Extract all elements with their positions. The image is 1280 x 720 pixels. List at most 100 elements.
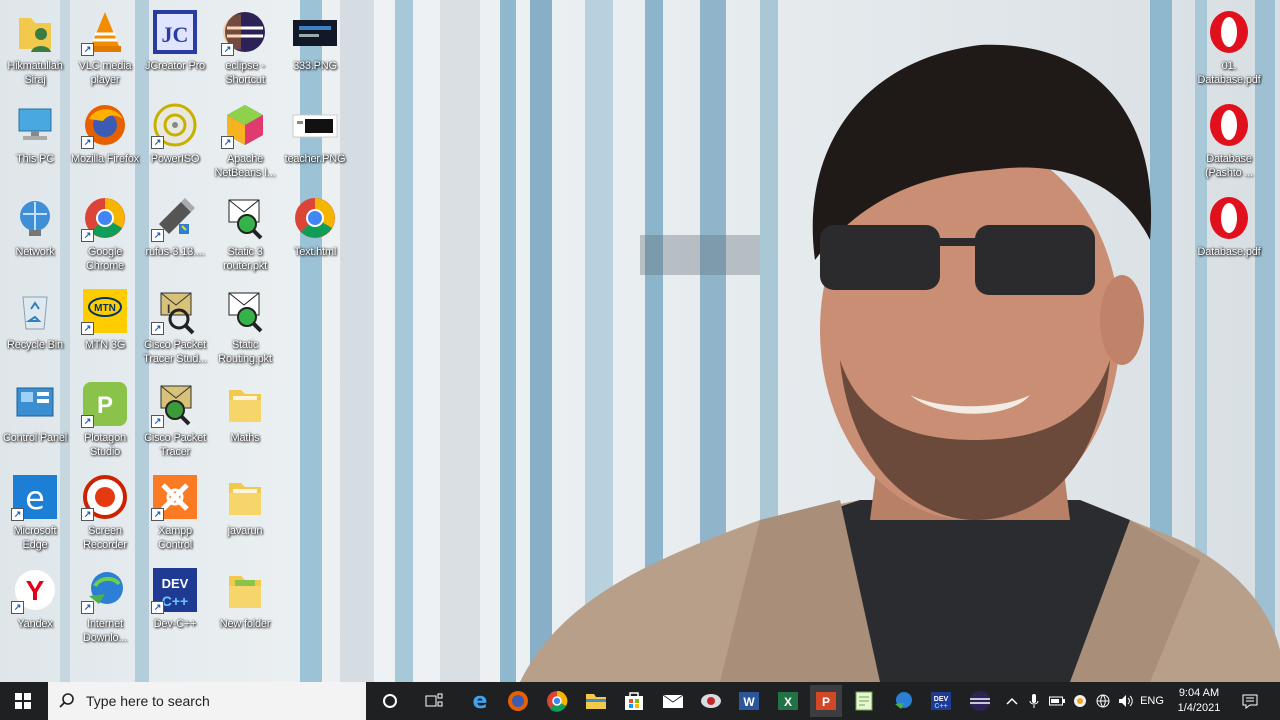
microphone-tray[interactable]	[1025, 682, 1043, 720]
desktop-icon-apache-netbeans[interactable]: ↗ Apache NetBeans I...	[210, 97, 280, 185]
taskbar-internet-download-manager[interactable]	[887, 685, 919, 717]
desktop-icon-microsoft-edge[interactable]: e ↗ Microsoft Edge	[0, 469, 70, 557]
dev-cpp-icon: DEVC++	[931, 692, 951, 710]
search-input[interactable]: Type here to search	[48, 682, 366, 720]
shortcut-arrow-icon: ↗	[81, 601, 94, 614]
network-icon	[11, 194, 59, 242]
desktop-icon-internet-download-manager[interactable]: ↗ Internet Downlo...	[70, 562, 140, 650]
svg-text:e: e	[473, 690, 488, 712]
taskbar-edge[interactable]: e	[464, 685, 496, 717]
search-icon	[59, 693, 74, 708]
svg-text:C++: C++	[934, 703, 947, 710]
taskbar-excel[interactable]: X	[772, 685, 804, 717]
shortcut-arrow-icon: ↗	[81, 415, 94, 428]
desktop-icon-cisco-packet-tracer-student[interactable]: I ↗ Cisco Packet Tracer Stud...	[140, 283, 210, 371]
desktop-icon-label: Apache NetBeans I...	[214, 153, 276, 179]
desktop-icon-plotagon-studio[interactable]: P ↗ Plotagon Studio	[70, 376, 140, 464]
desktop-icon-screen-recorder[interactable]: ↗ Screen Recorder	[70, 469, 140, 557]
desktop-icon-this-pc[interactable]: This PC	[0, 97, 70, 185]
taskbar-firefox[interactable]	[502, 685, 534, 717]
start-button[interactable]	[0, 682, 46, 720]
desktop-icon-static-3-router[interactable]: Static 3 router.pkt	[210, 190, 280, 278]
desktop-icon-recycle-bin[interactable]: Recycle Bin	[0, 283, 70, 371]
shortcut-arrow-icon: ↗	[151, 322, 164, 335]
desktop-icon-javarun[interactable]: javarun	[210, 469, 280, 557]
taskbar-dev-cpp[interactable]: DEV C++	[925, 685, 957, 717]
desktop-icon-teacher-png[interactable]: teacher.PNG	[280, 97, 350, 185]
svg-text:DEV: DEV	[162, 576, 189, 591]
desktop-icon-cisco-packet-tracer[interactable]: ↗ Cisco Packet Tracer	[140, 376, 210, 464]
desktop-icon-xampp-control[interactable]: ↗ Xampp Control	[140, 469, 210, 557]
folder-user-icon	[11, 8, 59, 56]
network-tray[interactable]	[1093, 682, 1113, 720]
desktop-icon-label: rufus-3.13....	[145, 246, 205, 258]
clock-time: 9:04 AM	[1178, 687, 1220, 699]
taskbar-mail[interactable]	[657, 685, 689, 717]
taskbar-screen-recorder[interactable]	[695, 685, 727, 717]
desktop-icon-database-pashto-pdf[interactable]: Database (Pashto ...	[1194, 97, 1264, 185]
volume-tray[interactable]	[1115, 682, 1137, 720]
desktop-icon-database-pdf[interactable]: Database.pdf	[1194, 190, 1264, 278]
desktop-icon-control-panel[interactable]: Control Panel	[0, 376, 70, 464]
desktop-icon-static-routing[interactable]: Static Routing.pkt	[210, 283, 280, 371]
desktop-icon-new-folder[interactable]: New folder	[210, 562, 280, 650]
desktop-icon-label: Google Chrome	[86, 246, 124, 272]
microphone-icon	[1029, 694, 1039, 708]
opera-pdf-icon	[1205, 194, 1253, 242]
taskbar-store[interactable]	[618, 685, 650, 717]
language-indicator[interactable]: ENG	[1138, 682, 1166, 720]
shortcut-arrow-icon: ↗	[11, 508, 24, 521]
edge-icon: e ↗	[11, 473, 59, 521]
vlc-icon: ↗	[81, 8, 129, 56]
notification-icon	[1242, 694, 1258, 709]
svg-text:W: W	[743, 695, 755, 709]
taskbar-powerpoint[interactable]: P	[810, 685, 842, 717]
desktop-icon-maths[interactable]: Maths	[210, 376, 280, 464]
clock[interactable]: 9:04 AM 1/4/2021	[1166, 686, 1232, 716]
control-panel-icon	[11, 380, 59, 428]
cortana-button[interactable]	[370, 682, 410, 720]
shortcut-arrow-icon: ↗	[81, 136, 94, 149]
shortcut-arrow-icon: ↗	[221, 136, 234, 149]
shortcut-arrow-icon: ↗	[11, 601, 24, 614]
desktop-icon-333-png[interactable]: 333.PNG	[280, 4, 350, 92]
desktop-icon-jcreator-pro[interactable]: JC JCreator Pro	[140, 4, 210, 92]
desktop-icon-mozilla-firefox[interactable]: ↗ Mozilla Firefox	[70, 97, 140, 185]
desktop-icon-network[interactable]: Network	[0, 190, 70, 278]
action-center-button[interactable]	[1236, 682, 1264, 720]
show-hidden-icons-button[interactable]	[1003, 682, 1021, 720]
task-view-icon	[425, 693, 443, 707]
battery-tray[interactable]	[1047, 682, 1067, 720]
desktop-icon-text-html[interactable]: Text.html	[280, 190, 350, 278]
taskbar-eclipse[interactable]	[964, 685, 996, 717]
desktop-icon-eclipse-shortcut[interactable]: ↗ eclipse - Shortcut	[210, 4, 280, 92]
desktop-icon-label: Static 3 router.pkt	[223, 246, 267, 272]
shortcut-arrow-icon: ↗	[151, 601, 164, 614]
desktop-icon-01-database-pdf[interactable]: 01. Database.pdf	[1194, 4, 1264, 92]
desktop-icon-poweriso[interactable]: ↗ PowerISO	[140, 97, 210, 185]
desktop-icon-hikmatullah-siraj[interactable]: Hikmatullah Siraj	[0, 4, 70, 92]
desktop-icon-rufus[interactable]: ↗ rufus-3.13....	[140, 190, 210, 278]
desktop-icon-google-chrome[interactable]: ↗ Google Chrome	[70, 190, 140, 278]
desktop-icon-yandex[interactable]: Y ↗ Yandex	[0, 562, 70, 650]
desktop-icon-mtn-3g[interactable]: MTN ↗ MTN 3G	[70, 283, 140, 371]
taskbar-word[interactable]: W	[733, 685, 765, 717]
taskbar-file-explorer[interactable]	[580, 685, 612, 717]
app-tray-icon[interactable]	[1070, 682, 1090, 720]
desktop-icon-label: New folder	[219, 618, 271, 630]
language-label: ENG	[1140, 695, 1164, 707]
firefox-icon	[508, 691, 528, 711]
rufus-usb-icon: ↗	[151, 194, 199, 242]
computer-icon	[11, 101, 59, 149]
desktop-icon-vlc-media-player[interactable]: ↗ VLC media player	[70, 4, 140, 92]
svg-text:P: P	[97, 392, 113, 419]
file-explorer-icon	[586, 694, 606, 709]
netbeans-icon: ↗	[221, 101, 269, 149]
desktop-icon-label: JCreator Pro	[145, 60, 205, 72]
taskbar-chrome[interactable]	[541, 685, 573, 717]
desktop-icon-label: Mozilla Firefox	[71, 153, 139, 165]
desktop-icon-dev-cpp[interactable]: DEV C++ ↗ Dev-C++	[140, 562, 210, 650]
image-file-icon	[291, 8, 339, 56]
task-view-button[interactable]	[414, 682, 454, 720]
taskbar-notepad-plus[interactable]	[848, 685, 880, 717]
